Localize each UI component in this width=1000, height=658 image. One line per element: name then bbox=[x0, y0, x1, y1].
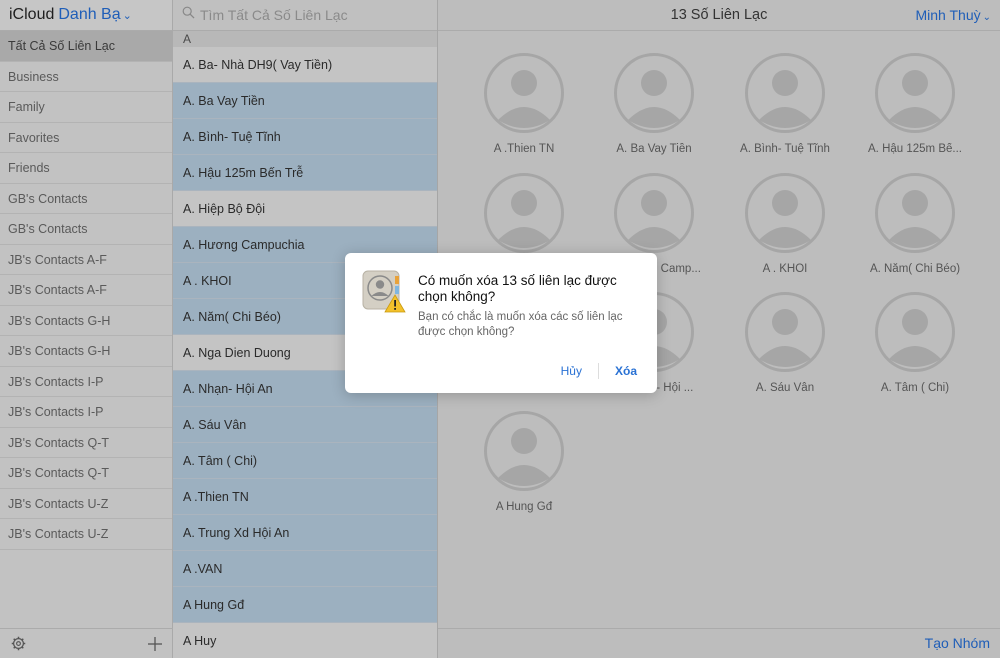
user-name: Minh Thuỳ bbox=[915, 7, 981, 23]
section-switcher[interactable]: Danh Bạ bbox=[58, 6, 120, 24]
contact-card-name: A. Bình- Tuệ Tĩnh bbox=[740, 143, 830, 155]
contact-card[interactable]: A. Ba Vay Tiền bbox=[589, 52, 719, 155]
sidebar-item-group[interactable]: JB's Contacts G-H bbox=[0, 306, 172, 336]
contact-row[interactable]: A. Ba Vay Tiền bbox=[173, 83, 437, 119]
avatar-icon bbox=[874, 291, 956, 373]
button-divider bbox=[597, 363, 599, 379]
contact-card-name: A. Tâm ( Chi) bbox=[880, 382, 950, 394]
sidebar-item-group[interactable]: Friends bbox=[0, 153, 172, 184]
sidebar-item-group[interactable]: JB's Contacts A-F bbox=[0, 245, 172, 275]
user-menu[interactable]: Minh Thuỳ ⌄ bbox=[916, 7, 992, 23]
add-icon[interactable] bbox=[146, 635, 164, 653]
sidebar-item-group[interactable]: JB's Contacts G-H bbox=[0, 336, 172, 367]
contact-card[interactable]: A. Bình- Tuệ Tĩnh bbox=[720, 52, 850, 155]
contact-card-name: A Hung Gđ bbox=[495, 501, 553, 513]
app-header: iCloud Danh Bạ ⌄ bbox=[0, 0, 172, 31]
contact-row[interactable]: A .VAN bbox=[173, 551, 437, 587]
sidebar-item-group[interactable]: JB's Contacts A-F bbox=[0, 275, 172, 306]
search-icon bbox=[182, 6, 195, 24]
dialog-actions: Hủy Xóa bbox=[561, 363, 637, 379]
contact-row[interactable]: A. Ba- Nhà DH9( Vay Tiền) bbox=[173, 47, 437, 83]
contact-row[interactable]: A. Sáu Vân bbox=[173, 407, 437, 443]
contact-row[interactable]: A. Trung Xd Hội An bbox=[173, 515, 437, 551]
sidebar: iCloud Danh Bạ ⌄ Tất Cả Số Liên Lạc Busin… bbox=[0, 0, 173, 658]
cancel-button[interactable]: Hủy bbox=[561, 364, 582, 378]
sidebar-item-group[interactable]: JB's Contacts U-Z bbox=[0, 489, 172, 519]
avatar-icon bbox=[613, 52, 695, 134]
contact-card[interactable]: A. Tâm ( Chi) bbox=[850, 291, 980, 394]
contact-row[interactable]: A .Thien TN bbox=[173, 479, 437, 515]
contact-row[interactable]: A Hung Gđ bbox=[173, 587, 437, 623]
contact-card-name: A. Hậu 125m Bế... bbox=[868, 143, 962, 155]
chevron-down-icon[interactable]: ⌄ bbox=[123, 9, 132, 22]
avatar-icon bbox=[744, 291, 826, 373]
contact-card-name: A. Sáu Vân bbox=[755, 382, 815, 394]
sidebar-footer bbox=[0, 628, 173, 658]
search-input[interactable] bbox=[200, 7, 420, 23]
delete-button[interactable]: Xóa bbox=[615, 364, 637, 378]
avatar-icon bbox=[874, 52, 956, 134]
chevron-down-icon: ⌄ bbox=[982, 12, 991, 23]
app-name: iCloud bbox=[9, 6, 55, 23]
sidebar-item-group[interactable]: Tất Cả Số Liên Lạc bbox=[0, 31, 172, 62]
contact-card[interactable]: A .Thien TN bbox=[459, 52, 589, 155]
contact-card[interactable]: A Hung Gđ bbox=[459, 410, 589, 513]
avatar-icon bbox=[483, 172, 565, 254]
dialog-title: Có muốn xóa 13 số liên lạc được chọn khô… bbox=[418, 273, 617, 304]
contact-card[interactable]: A. Hậu 125m Bế... bbox=[850, 52, 980, 155]
main-header: 13 Số Liên Lạc Minh Thuỳ ⌄ bbox=[438, 0, 1000, 31]
gear-icon[interactable] bbox=[9, 635, 27, 653]
dialog-message: Bạn có chắc là muốn xóa các số liên lạc … bbox=[418, 311, 623, 338]
contact-row[interactable]: A. Tâm ( Chi) bbox=[173, 443, 437, 479]
sidebar-item-group[interactable]: JB's Contacts Q-T bbox=[0, 428, 172, 458]
contact-card[interactable] bbox=[459, 172, 589, 263]
sidebar-item-group[interactable]: JB's Contacts U-Z bbox=[0, 519, 172, 550]
contact-card[interactable]: A. Sáu Vân bbox=[720, 291, 850, 394]
main-footer: Tạo Nhóm bbox=[438, 628, 1000, 658]
sidebar-item-group[interactable]: JB's Contacts I-P bbox=[0, 367, 172, 397]
sidebar-item-group[interactable]: JB's Contacts Q-T bbox=[0, 458, 172, 489]
contact-card-name: A . KHOI bbox=[762, 263, 808, 275]
contact-row[interactable]: A Huy bbox=[173, 623, 437, 658]
group-list: Tất Cả Số Liên Lạc Business Family Favorite… bbox=[0, 31, 172, 550]
section-header: A bbox=[173, 31, 437, 47]
sidebar-item-group[interactable]: Family bbox=[0, 92, 172, 123]
search-bar bbox=[173, 0, 437, 31]
contact-card[interactable]: A . KHOI bbox=[720, 172, 850, 275]
new-group-button[interactable]: Tạo Nhóm bbox=[925, 635, 990, 651]
contact-card-name: A. Ba Vay Tiền bbox=[616, 143, 692, 155]
delete-confirm-dialog: Có muốn xóa 13 số liên lạc được chọn khô… bbox=[345, 253, 657, 393]
avatar-icon bbox=[483, 410, 565, 492]
avatar-icon bbox=[613, 172, 695, 254]
sidebar-item-group[interactable]: JB's Contacts I-P bbox=[0, 397, 172, 428]
sidebar-item-group[interactable]: GB's Contacts bbox=[0, 214, 172, 245]
contact-row[interactable]: A. Hiệp Bộ Đội bbox=[173, 191, 437, 227]
sidebar-item-group[interactable]: GB's Contacts bbox=[0, 184, 172, 214]
contact-row[interactable]: A. Bình- Tuệ Tĩnh bbox=[173, 119, 437, 155]
avatar-icon bbox=[744, 172, 826, 254]
avatar-icon bbox=[483, 52, 565, 134]
contact-card-name: A .Thien TN bbox=[493, 143, 555, 155]
contacts-warning-icon bbox=[362, 270, 406, 314]
avatar-icon bbox=[744, 52, 826, 134]
sidebar-item-group[interactable]: Business bbox=[0, 62, 172, 92]
contact-row[interactable]: A. Hậu 125m Bến Trễ bbox=[173, 155, 437, 191]
avatar-icon bbox=[874, 172, 956, 254]
sidebar-item-group[interactable]: Favorites bbox=[0, 123, 172, 153]
contact-card-name: A. Năm( Chi Béo) bbox=[869, 263, 961, 275]
contact-card[interactable]: A. Năm( Chi Béo) bbox=[850, 172, 980, 275]
